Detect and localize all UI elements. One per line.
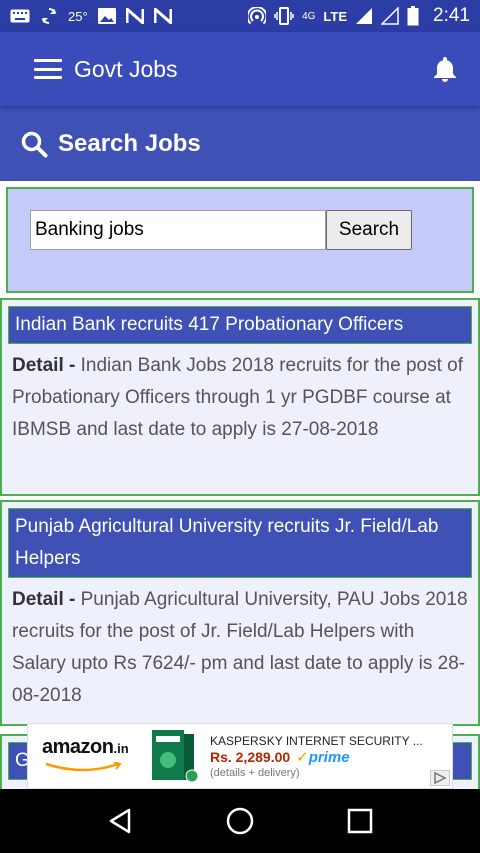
app-title: Govt Jobs xyxy=(74,55,178,82)
ad-price-row: Rs. 2,289.00 ✓prime xyxy=(210,748,452,767)
search-header: Search Jobs xyxy=(0,106,480,181)
job-title[interactable]: Indian Bank recruits 417 Probationary Of… xyxy=(8,306,472,344)
search-icon xyxy=(21,131,48,157)
search-header-title: Search Jobs xyxy=(58,129,201,157)
recents-icon[interactable] xyxy=(342,803,378,839)
amazon-logo[interactable]: amazon.in xyxy=(28,736,148,777)
keyboard-icon xyxy=(10,9,30,23)
job-card[interactable]: Punjab Agricultural University recruits … xyxy=(0,500,480,726)
app-bar: Govt Jobs xyxy=(0,32,480,106)
vibrate-icon xyxy=(274,7,294,25)
search-button[interactable]: Search xyxy=(326,210,412,250)
bell-icon[interactable] xyxy=(430,54,460,84)
ad-delivery-note: (details + delivery) xyxy=(210,766,300,779)
n-icon xyxy=(153,8,172,24)
ad-product-name: KASPERSKY INTERNET SECURITY ... xyxy=(210,733,423,748)
ad-text: KASPERSKY INTERNET SECURITY ... Rs. 2,28… xyxy=(210,734,452,779)
product-box-icon[interactable] xyxy=(148,728,200,784)
prime-label: prime xyxy=(308,748,350,766)
prime-logo: ✓prime xyxy=(296,748,349,767)
amazon-suffix: .in xyxy=(113,740,129,756)
check-icon: ✓ xyxy=(296,748,309,766)
detail-text: Punjab Agricultural University, PAU Jobs… xyxy=(12,589,468,706)
menu-icon[interactable] xyxy=(34,59,62,79)
back-icon[interactable] xyxy=(102,803,138,839)
image-icon xyxy=(97,8,116,24)
job-title[interactable]: Punjab Agricultural University recruits … xyxy=(8,508,472,578)
hotspot-icon xyxy=(248,7,267,25)
nav-bar xyxy=(0,789,480,853)
search-panel: Search xyxy=(6,187,474,293)
detail-label: Detail - xyxy=(12,355,76,376)
network-type-text: 4G xyxy=(302,10,316,22)
search-input[interactable] xyxy=(30,210,326,250)
job-card[interactable]: Indian Bank recruits 417 Probationary Of… xyxy=(0,298,480,496)
amazon-smile-icon xyxy=(45,760,122,771)
clock-text: 2:41 xyxy=(433,5,470,26)
job-detail: Detail - Punjab Agricultural University,… xyxy=(8,578,472,712)
sync-icon xyxy=(40,7,58,25)
temperature-text: 25° xyxy=(68,8,88,24)
job-detail: Detail - Indian Bank Jobs 2018 recruits … xyxy=(8,344,472,446)
amazon-brand: amazon xyxy=(42,735,114,758)
ad-choices-icon[interactable] xyxy=(430,770,450,786)
n-icon xyxy=(125,8,144,24)
status-bar: 25° 4G LTE 2:41 xyxy=(0,0,480,32)
signal-icon xyxy=(381,7,399,25)
ad-banner[interactable]: amazon.in KASPERSKY INTERNET SECURITY ..… xyxy=(27,723,453,789)
lte-text: LTE xyxy=(323,8,348,24)
signal-icon xyxy=(355,7,373,25)
detail-text: Indian Bank Jobs 2018 recruits for the p… xyxy=(12,355,463,440)
home-icon[interactable] xyxy=(222,803,258,839)
battery-icon xyxy=(407,6,419,26)
detail-label: Detail - xyxy=(12,589,76,610)
ad-price: Rs. 2,289.00 xyxy=(210,749,291,765)
